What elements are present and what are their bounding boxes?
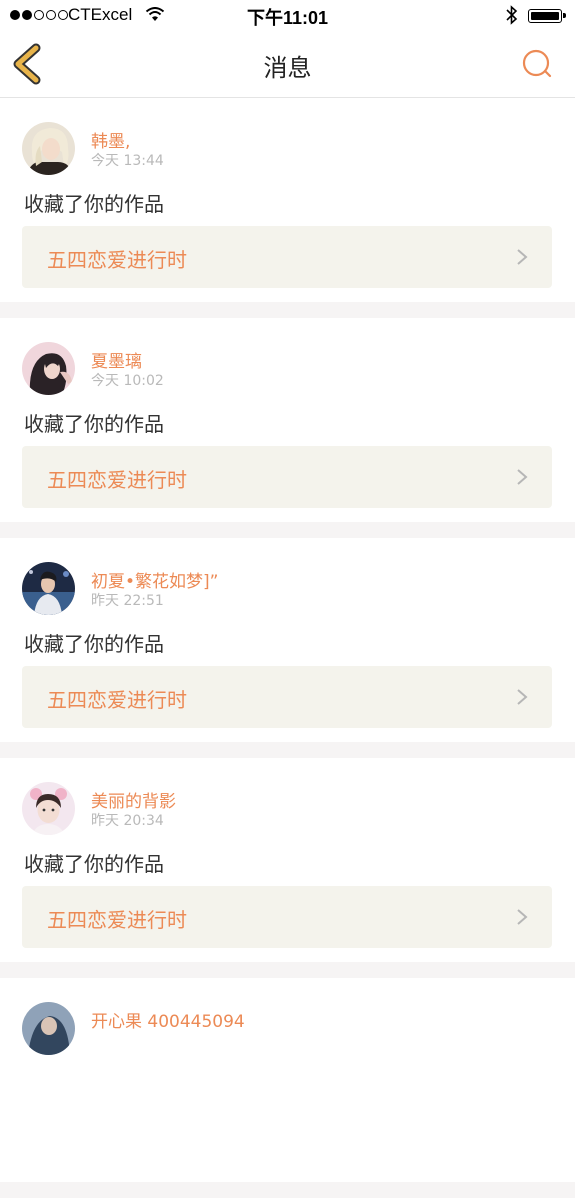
avatar[interactable] [22, 562, 75, 615]
work-link[interactable]: 五四恋爱进行时 [22, 666, 552, 728]
work-title: 五四恋爱进行时 [47, 908, 187, 932]
work-title: 五四恋爱进行时 [47, 468, 187, 492]
chevron-right-icon [517, 909, 528, 925]
work-link[interactable]: 五四恋爱进行时 [22, 886, 552, 948]
timestamp: 昨天 22:51 [91, 593, 164, 609]
timestamp: 昨天 20:34 [91, 813, 164, 829]
chevron-right-icon [517, 249, 528, 265]
username[interactable]: 初夏•繁花如梦]” [91, 567, 218, 592]
page-title: 消息 [263, 54, 312, 82]
chevron-right-icon [517, 689, 528, 705]
action-text: 收藏了你的作品 [24, 412, 164, 436]
username[interactable]: 夏墨璃 [91, 347, 142, 372]
avatar[interactable] [22, 122, 75, 175]
avatar[interactable] [22, 1002, 75, 1055]
status-time: 下午11:01 [246, 8, 329, 28]
search-icon [522, 49, 552, 78]
timestamp: 今天 13:44 [91, 153, 164, 169]
timestamp: 今天 10:02 [91, 373, 164, 389]
battery-icon [528, 9, 566, 23]
search-button[interactable] [518, 46, 558, 82]
avatar[interactable] [22, 782, 75, 835]
message-item: 韩墨, 今天 13:44 收藏了你的作品 五四恋爱进行时 [0, 98, 575, 302]
work-link[interactable]: 五四恋爱进行时 [22, 226, 552, 288]
action-text: 收藏了你的作品 [24, 852, 164, 876]
avatar[interactable] [22, 342, 75, 395]
message-item: 开心果 400445094 [0, 978, 575, 1182]
action-text: 收藏了你的作品 [24, 632, 164, 656]
chevron-right-icon [517, 469, 528, 485]
work-link[interactable]: 五四恋爱进行时 [22, 446, 552, 508]
message-list: 韩墨, 今天 13:44 收藏了你的作品 五四恋爱进行时 夏墨璃 今天 10:0… [0, 98, 575, 1198]
message-item: 夏墨璃 今天 10:02 收藏了你的作品 五四恋爱进行时 [0, 318, 575, 522]
work-title: 五四恋爱进行时 [47, 248, 187, 272]
work-title: 五四恋爱进行时 [47, 688, 187, 712]
username[interactable]: 韩墨, [91, 127, 130, 152]
message-item: 初夏•繁花如梦]” 昨天 22:51 收藏了你的作品 五四恋爱进行时 [0, 538, 575, 742]
nav-bar: 消息 [0, 32, 575, 98]
username[interactable]: 美丽的背影 [91, 787, 176, 812]
action-text: 收藏了你的作品 [24, 192, 164, 216]
status-bar: CTExcel 下午11:01 [0, 0, 575, 32]
bluetooth-icon [505, 5, 519, 29]
username[interactable]: 开心果 400445094 [91, 1007, 245, 1032]
message-item: 美丽的背影 昨天 20:34 收藏了你的作品 五四恋爱进行时 [0, 758, 575, 962]
